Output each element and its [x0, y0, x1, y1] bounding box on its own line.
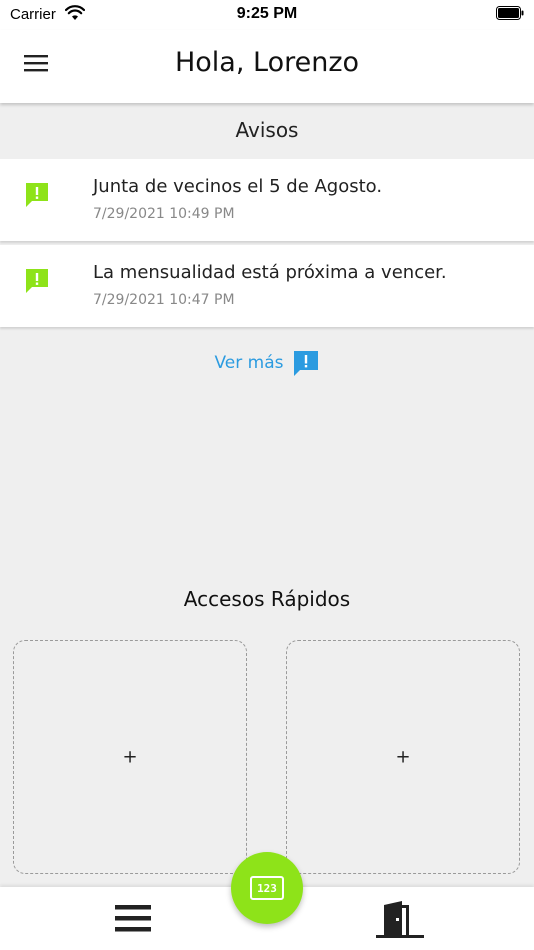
notice-date: 7/29/2021 10:49 PM: [93, 206, 235, 222]
page-title: Hola, Lorenzo: [174, 47, 360, 78]
app-header: Hola, Lorenzo: [0, 30, 534, 103]
quick-access-tile-add[interactable]: +: [13, 640, 247, 874]
see-more-link[interactable]: Ver más: [0, 348, 534, 378]
battery-icon: [496, 6, 524, 20]
fab-label: 123: [257, 881, 277, 895]
avisos-section-title: Avisos: [235, 118, 299, 142]
dialpad-123-icon: 123: [250, 876, 284, 900]
fab-dialpad-button[interactable]: 123: [231, 852, 303, 924]
notice-date: 7/29/2021 10:47 PM: [93, 292, 235, 308]
plus-icon: +: [395, 746, 411, 768]
accesos-section-title: Accesos Rápidos: [183, 587, 351, 611]
door-exit-icon[interactable]: [376, 899, 424, 939]
feedback-alert-icon: [26, 269, 48, 293]
notice-text: Junta de vecinos el 5 de Agosto.: [93, 176, 383, 197]
feedback-alert-icon: [26, 183, 48, 207]
notice-text: La mensualidad está próxima a vencer.: [93, 262, 447, 283]
quick-access-tile-add[interactable]: +: [286, 640, 520, 874]
hamburger-menu-icon[interactable]: [115, 902, 151, 934]
notice-item[interactable]: La mensualidad está próxima a vencer. 7/…: [0, 245, 534, 327]
see-more-label: Ver más: [214, 353, 284, 373]
feedback-alert-icon: [293, 351, 318, 376]
plus-icon: +: [122, 746, 138, 768]
status-time: 9:25 PM: [236, 5, 298, 22]
notice-item[interactable]: Junta de vecinos el 5 de Agosto. 7/29/20…: [0, 159, 534, 241]
status-bar: Carrier 9:25 PM: [0, 0, 534, 30]
